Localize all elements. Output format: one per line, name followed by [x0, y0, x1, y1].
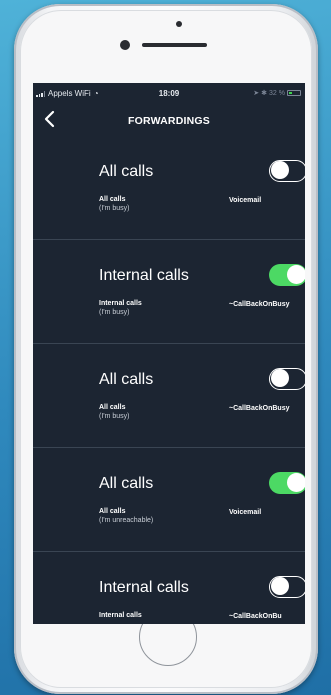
page-title: FORWARDINGS: [128, 115, 210, 127]
app-screen: Appels WiFi ◔ 18:09 ➤ ✱ 32 % FORWARDINGS…: [33, 83, 305, 624]
forwarding-row[interactable]: All calls All calls (I'm busy) ~CallBack…: [33, 344, 305, 448]
forwarding-toggle[interactable]: [269, 576, 305, 598]
forwarding-row[interactable]: All calls All calls (I'm busy) Voicemail: [33, 136, 305, 240]
forwarding-row[interactable]: All calls All calls (I'm unreachable) Vo…: [33, 448, 305, 552]
forwarding-condition: (I'm busy): [99, 205, 130, 212]
battery-icon: [287, 90, 301, 96]
forwarding-toggle[interactable]: [269, 368, 305, 390]
status-right: ➤ ✱ 32 %: [253, 89, 301, 97]
forwarding-title: All calls: [99, 371, 154, 388]
battery-percent: 32 %: [269, 89, 285, 97]
forwarding-title: All calls: [99, 475, 154, 492]
forwarding-title: Internal calls: [99, 579, 189, 596]
forwarding-toggle[interactable]: [269, 472, 305, 494]
forwarding-row[interactable]: Internal calls Internal calls ~CallBackO…: [33, 552, 305, 624]
forwarding-destination: ~CallBackOnBu: [229, 613, 282, 620]
location-icon: ➤: [253, 90, 260, 97]
forwarding-scope: All calls: [99, 196, 126, 203]
forwarding-scope: All calls: [99, 404, 126, 411]
forwarding-destination: ~CallBackOnBusy: [229, 301, 290, 308]
toggle-knob: [271, 161, 289, 179]
toggle-knob: [271, 577, 289, 595]
forwarding-row[interactable]: Internal calls Internal calls (I'm busy)…: [33, 240, 305, 344]
proximity-sensor: [176, 21, 182, 27]
forwarding-condition: (I'm busy): [99, 413, 130, 420]
forwarding-destination: ~CallBackOnBusy: [229, 405, 290, 412]
bluetooth-icon: ✱: [261, 90, 268, 97]
forwarding-condition: (I'm busy): [99, 309, 130, 316]
forwarding-condition: (I'm unreachable): [99, 517, 154, 524]
navigation-bar: FORWARDINGS: [33, 109, 305, 133]
forwarding-title: Internal calls: [99, 267, 189, 284]
toggle-knob: [287, 473, 305, 492]
front-camera: [120, 40, 130, 50]
status-bar: Appels WiFi ◔ 18:09 ➤ ✱ 32 %: [33, 83, 305, 103]
forwarding-destination: Voicemail: [229, 197, 262, 204]
forwarding-destination: Voicemail: [229, 509, 262, 516]
toggle-knob: [287, 265, 305, 284]
forwarding-scope: All calls: [99, 508, 126, 515]
toggle-knob: [271, 369, 289, 387]
forwardings-list: All calls All calls (I'm busy) Voicemail…: [33, 136, 305, 624]
forwarding-toggle[interactable]: [269, 160, 305, 182]
forwarding-toggle[interactable]: [269, 264, 305, 286]
forwarding-title: All calls: [99, 163, 154, 180]
forwarding-scope: Internal calls: [99, 612, 142, 619]
forwarding-scope: Internal calls: [99, 300, 142, 307]
earpiece-speaker: [142, 43, 207, 47]
